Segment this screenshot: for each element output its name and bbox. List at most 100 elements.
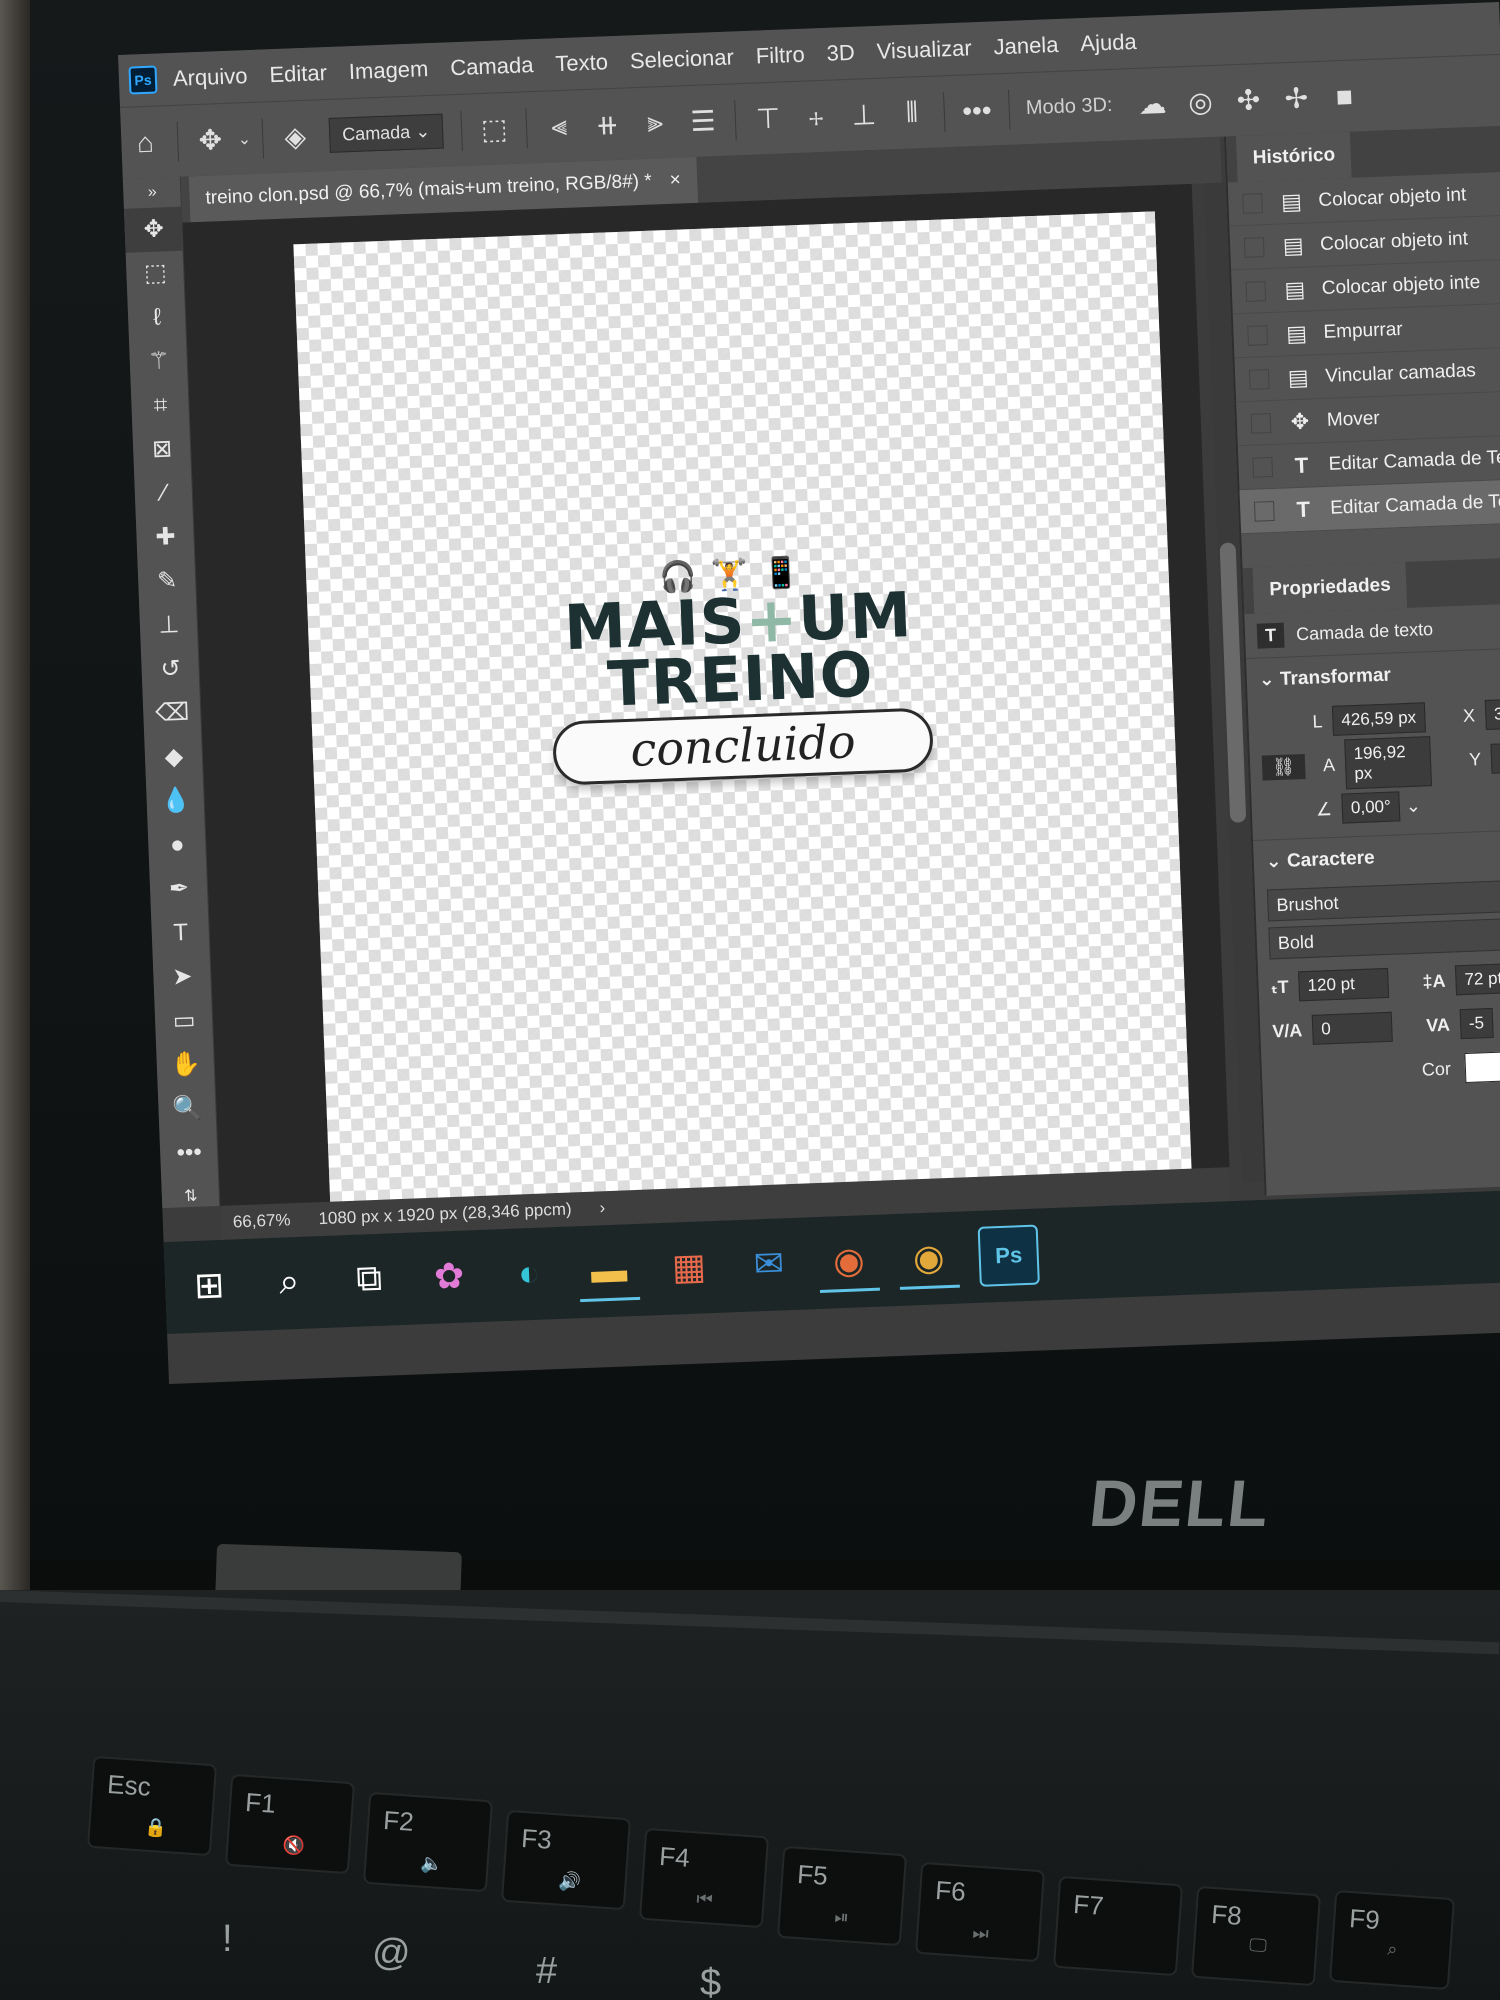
move-tool-icon[interactable]: ✥	[186, 123, 235, 158]
key-at[interactable]: @	[372, 1932, 411, 1975]
tracking-field[interactable]: -5	[1459, 1007, 1494, 1040]
menu-ajuda[interactable]: Ajuda	[1080, 29, 1137, 57]
close-icon[interactable]: ×	[669, 158, 682, 204]
windows-start-icon[interactable]: ⊞	[178, 1255, 240, 1317]
design-artwork[interactable]: 🎧🏋📱 MAIS+UM TREINO concluido	[536, 550, 945, 795]
color-swatch[interactable]: ?	[1464, 1050, 1500, 1084]
more-tools-icon[interactable]: •••	[159, 1130, 219, 1176]
distribute-v-icon[interactable]: ⦀	[887, 96, 936, 131]
zoom-tool-icon[interactable]: 🔍	[158, 1086, 218, 1132]
key-hash[interactable]: #	[536, 1950, 557, 1993]
document-canvas[interactable]: 🎧🏋📱 MAIS+UM TREINO concluido	[293, 211, 1193, 1234]
search-icon[interactable]: ⌕	[258, 1252, 320, 1314]
type-tool-icon[interactable]: T	[151, 910, 211, 956]
history-snapshot-checkbox[interactable]	[1247, 324, 1268, 346]
frame-tool-icon[interactable]: ⊠	[132, 426, 192, 472]
key-f1[interactable]: F1 🔇	[224, 1773, 356, 1875]
chevron-down-icon[interactable]: ⌄	[234, 128, 255, 149]
key-dollar[interactable]: $	[700, 1962, 721, 2000]
panel-expand-icon[interactable]: »	[123, 177, 182, 209]
character-section-header[interactable]: ⌄ Caractere	[1252, 829, 1500, 884]
width-field[interactable]: 426,59 px	[1331, 702, 1426, 736]
blur-tool-icon[interactable]: 💧	[146, 778, 206, 824]
auto-select-icon[interactable]: ◈	[271, 119, 320, 154]
crop-tool-icon[interactable]: ⌗	[131, 383, 191, 429]
key-f3[interactable]: F3 🔊	[500, 1809, 632, 1911]
menu-janela[interactable]: Janela	[993, 32, 1059, 60]
height-field[interactable]: 196,92 px	[1344, 736, 1433, 790]
font-family-select[interactable]: Brushot	[1266, 879, 1500, 922]
microsoft-store-icon[interactable]: ▦	[658, 1237, 720, 1299]
kerning-field[interactable]: 0	[1311, 1011, 1393, 1045]
menu-visualizar[interactable]: Visualizar	[876, 35, 972, 65]
history-snapshot-checkbox[interactable]	[1242, 192, 1263, 214]
align-left-icon[interactable]: ⫷	[535, 109, 584, 144]
history-snapshot-checkbox[interactable]	[1248, 368, 1270, 390]
history-snapshot-checkbox[interactable]	[1252, 456, 1274, 478]
key-f4[interactable]: F4 ⏮	[638, 1827, 770, 1929]
hand-tool-icon[interactable]: ✋	[156, 1042, 216, 1088]
drag-3d-icon[interactable]: ✣	[1224, 83, 1273, 118]
eraser-tool-icon[interactable]: ⌫	[142, 690, 202, 736]
menu-texto[interactable]: Texto	[555, 49, 609, 77]
history-panel-tab[interactable]: Histórico	[1235, 131, 1352, 183]
key-f8[interactable]: F8 🖵	[1190, 1885, 1322, 1987]
menu-imagem[interactable]: Imagem	[348, 56, 428, 85]
properties-panel-tab[interactable]: Propriedades	[1252, 561, 1408, 614]
transform-controls-icon[interactable]: ⬚	[470, 112, 519, 147]
pen-tool-icon[interactable]: ✒	[149, 866, 209, 912]
font-size-field[interactable]: 120 pt	[1298, 967, 1390, 1002]
history-item-selected[interactable]: T Editar Camada de Te	[1239, 479, 1500, 535]
history-snapshot-checkbox[interactable]	[1243, 236, 1265, 258]
menu-filtro[interactable]: Filtro	[755, 42, 805, 70]
y-field[interactable]: 80	[1490, 742, 1500, 774]
x-field[interactable]: 33	[1484, 698, 1500, 730]
rectangle-tool-icon[interactable]: ▭	[154, 998, 214, 1044]
orbit-3d-icon[interactable]: ☁	[1128, 86, 1177, 121]
key-f7[interactable]: F7	[1052, 1875, 1184, 1977]
align-middle-v-icon[interactable]: ⧾	[791, 99, 840, 134]
camera-3d-icon[interactable]: ■	[1320, 80, 1369, 114]
key-f9[interactable]: F9 ⌕	[1328, 1889, 1456, 1991]
key-exclamation[interactable]: !	[222, 1918, 233, 1961]
align-center-h-icon[interactable]: ⧺	[583, 107, 632, 142]
auto-select-dropdown[interactable]: Camada ⌄	[328, 113, 444, 153]
swap-colors-icon[interactable]: ⇅	[161, 1174, 221, 1220]
file-explorer-icon[interactable]: ▬	[577, 1239, 641, 1303]
paint-bucket-tool-icon[interactable]: ◆	[144, 734, 204, 780]
move-tool-icon[interactable]: ✥	[123, 206, 184, 253]
task-view-icon[interactable]: ⧉	[338, 1249, 400, 1311]
lasso-tool-icon[interactable]: ℓ	[127, 295, 187, 341]
copilot-icon[interactable]: ✿	[418, 1246, 480, 1308]
menu-selecionar[interactable]: Selecionar	[629, 44, 734, 74]
roll-3d-icon[interactable]: ◎	[1176, 85, 1225, 120]
chevron-right-icon[interactable]: ›	[599, 1198, 605, 1218]
zoom-level[interactable]: 66,67%	[233, 1210, 291, 1232]
align-bottom-icon[interactable]: ⊥	[839, 97, 888, 132]
magic-wand-tool-icon[interactable]: ⚚	[129, 339, 189, 385]
path-selection-tool-icon[interactable]: ➤	[153, 954, 213, 1000]
chrome-icon[interactable]: ◉	[897, 1227, 960, 1290]
menu-camada[interactable]: Camada	[450, 52, 534, 81]
link-dimensions-icon[interactable]: ⛓	[1261, 753, 1306, 781]
align-right-icon[interactable]: ⫸	[631, 106, 680, 141]
key-esc[interactable]: Esc 🔒	[86, 1755, 218, 1857]
history-snapshot-checkbox[interactable]	[1245, 280, 1267, 302]
eyedropper-tool-icon[interactable]: ⁄	[134, 470, 194, 516]
marquee-tool-icon[interactable]: ⬚	[126, 251, 186, 297]
key-f2[interactable]: F2 🔈	[362, 1791, 494, 1893]
slide-3d-icon[interactable]: ✢	[1272, 81, 1321, 116]
more-options-icon[interactable]: •••	[952, 94, 1001, 128]
edge-icon[interactable]: ◐	[498, 1243, 560, 1305]
dodge-tool-icon[interactable]: ●	[148, 822, 208, 868]
brush-tool-icon[interactable]: ✎	[137, 558, 197, 604]
distribute-icon[interactable]: ☰	[678, 104, 727, 139]
clone-stamp-tool-icon[interactable]: ⊥	[139, 602, 199, 648]
menu-arquivo[interactable]: Arquivo	[172, 63, 248, 92]
outlook-icon[interactable]: ✉	[738, 1234, 800, 1296]
key-f5[interactable]: F5 ⏯	[776, 1845, 908, 1947]
angle-field[interactable]: 0,00°	[1341, 791, 1401, 824]
history-snapshot-checkbox[interactable]	[1250, 412, 1272, 434]
chevron-down-icon[interactable]: ⌄	[1405, 795, 1421, 817]
font-style-select[interactable]: Bold	[1268, 917, 1500, 960]
